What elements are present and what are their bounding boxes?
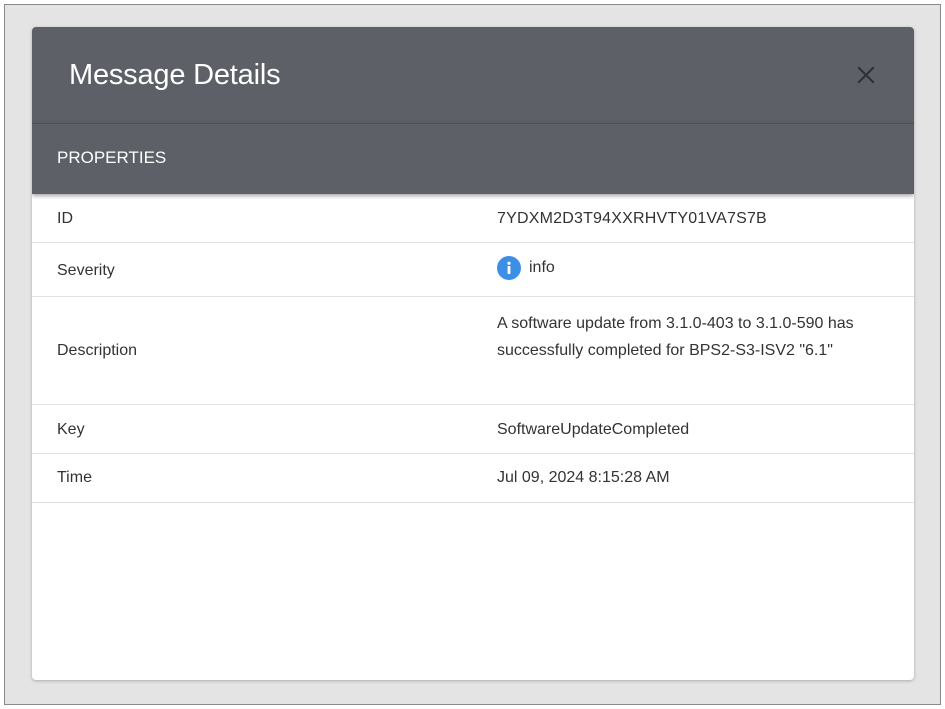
property-value-time: Jul 09, 2024 8:15:28 AM xyxy=(497,469,670,486)
properties-section-header: PROPERTIES xyxy=(32,123,914,194)
dialog-title: Message Details xyxy=(69,59,281,91)
info-icon xyxy=(497,256,521,280)
property-label: ID xyxy=(57,210,73,227)
close-icon xyxy=(857,66,875,84)
property-value-key: SoftwareUpdateCompleted xyxy=(497,421,690,438)
message-details-dialog: Message Details PROPERTIES ID 7YDXM2D3T9… xyxy=(32,27,914,680)
close-button[interactable] xyxy=(848,57,884,93)
dialog-header: Message Details xyxy=(32,27,914,123)
properties-table: ID 7YDXM2D3T94XXRHVTY01VA7S7B Severity i… xyxy=(32,194,914,503)
section-label: PROPERTIES xyxy=(57,148,167,167)
property-label: Description xyxy=(57,342,138,359)
property-label: Severity xyxy=(57,262,115,279)
property-label: Time xyxy=(57,469,92,486)
property-row-severity: Severity info xyxy=(32,243,914,297)
property-row-id: ID 7YDXM2D3T94XXRHVTY01VA7S7B xyxy=(32,194,914,243)
property-row-time: Time Jul 09, 2024 8:15:28 AM xyxy=(32,454,914,503)
property-value-id: 7YDXM2D3T94XXRHVTY01VA7S7B xyxy=(497,210,767,227)
property-label: Key xyxy=(57,421,85,438)
property-row-description: Description A software update from 3.1.0… xyxy=(32,297,914,405)
property-value-severity: info xyxy=(497,256,555,280)
property-value-description: A software update from 3.1.0-403 to 3.1.… xyxy=(497,315,854,359)
property-row-key: Key SoftwareUpdateCompleted xyxy=(32,405,914,454)
severity-text: info xyxy=(529,259,555,276)
